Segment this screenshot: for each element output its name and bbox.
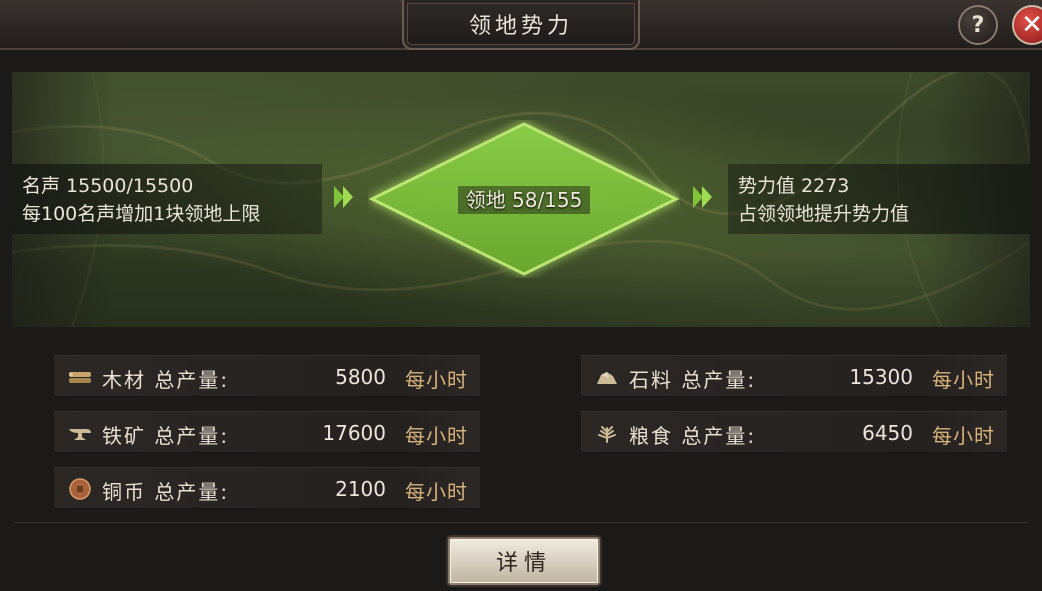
resource-unit: 每小时 (932, 368, 995, 392)
help-button[interactable]: ? (958, 5, 998, 45)
details-button[interactable]: 详情 (448, 537, 600, 585)
resource-value: 6450 (862, 421, 913, 445)
power-description: 占领领地提升势力值 (738, 203, 910, 225)
territory-count: 领地 58/155 (368, 184, 680, 214)
resource-unit: 每小时 (932, 424, 995, 448)
resource-name: 铁矿 总产量: (102, 424, 230, 448)
resource-name: 石料 总产量: (629, 368, 757, 392)
fame-value: 名声 15500/15500 (22, 175, 194, 197)
fame-panel: 名声 15500/15500 每100名声增加1块领地上限 (12, 164, 322, 234)
resource-row-stone: 石料 总产量: 15300 每小时 (581, 355, 1007, 397)
coin-icon (69, 478, 91, 500)
territory-map-banner: 名声 15500/15500 每100名声增加1块领地上限 领地 58/155 (12, 72, 1030, 327)
footer-divider (14, 522, 1028, 523)
territory-diamond: 领地 58/155 (368, 120, 680, 278)
territory-count-label: 领地 58/155 (457, 186, 591, 214)
resource-unit: 每小时 (405, 480, 468, 504)
close-button[interactable]: ✕ (1012, 5, 1042, 45)
power-value: 势力值 2273 (738, 175, 850, 197)
iron-icon (69, 429, 91, 440)
resource-value: 2100 (335, 477, 386, 501)
resource-unit: 每小时 (405, 368, 468, 392)
wood-icon (69, 372, 91, 383)
resource-row-coin: 铜币 总产量: 2100 每小时 (54, 467, 480, 509)
grain-icon (598, 426, 616, 443)
title-frame: 领地势力 (402, 0, 640, 50)
resource-name: 铜币 总产量: (102, 480, 230, 504)
resource-value: 15300 (849, 365, 913, 389)
resource-row-grain: 粮食 总产量: 6450 每小时 (581, 411, 1007, 453)
resource-row-iron: 铁矿 总产量: 17600 每小时 (54, 411, 480, 453)
resource-row-wood: 木材 总产量: 5800 每小时 (54, 355, 480, 397)
fame-description: 每100名声增加1块领地上限 (22, 203, 261, 225)
power-panel: 势力值 2273 占领领地提升势力值 (728, 164, 1030, 234)
chevron-right-icon (693, 186, 712, 208)
resource-value: 17600 (322, 421, 386, 445)
stone-icon (597, 372, 617, 384)
resource-name: 木材 总产量: (102, 368, 230, 392)
resource-name: 粮食 总产量: (629, 424, 757, 448)
page-title: 领地势力 (468, 14, 573, 39)
chevron-right-icon (334, 186, 353, 208)
resource-unit: 每小时 (405, 424, 468, 448)
resource-value: 5800 (335, 365, 386, 389)
title-bar: 领地势力 ? ✕ (0, 0, 1042, 50)
